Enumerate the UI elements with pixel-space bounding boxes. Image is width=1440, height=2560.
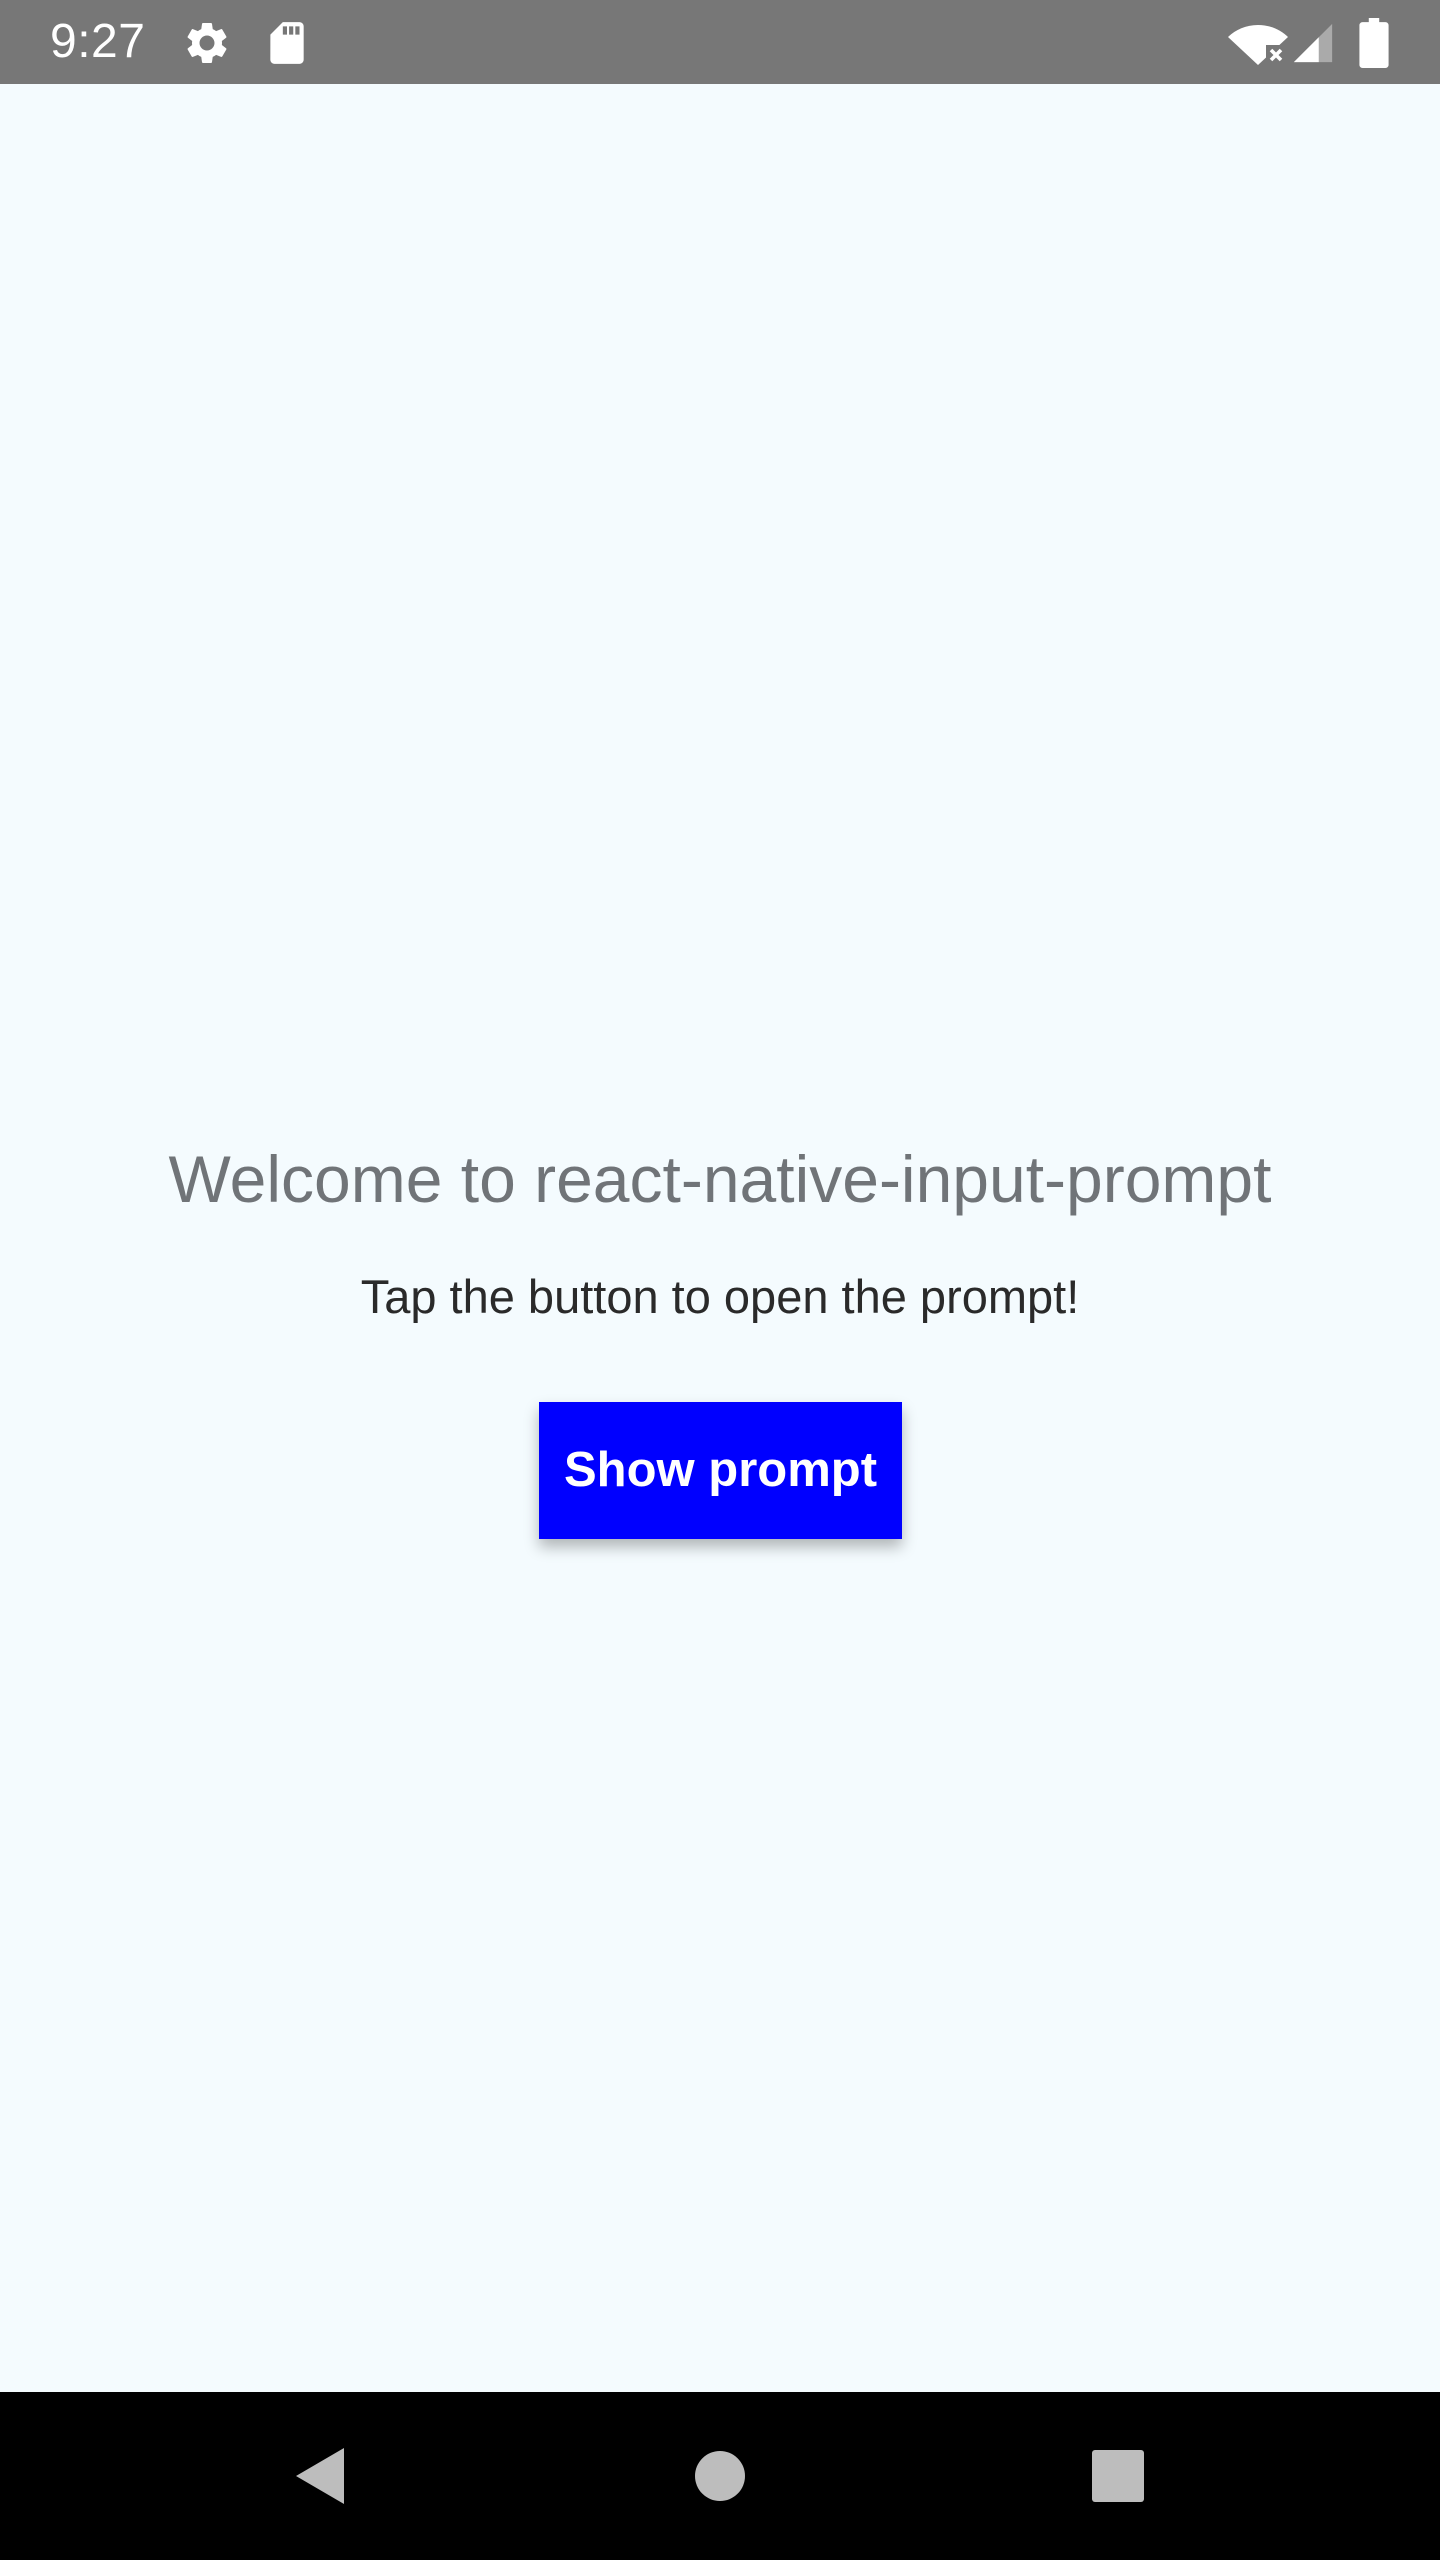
recents-button[interactable] (1034, 2392, 1202, 2560)
settings-icon (187, 22, 227, 63)
cell-signal-icon (1293, 23, 1333, 63)
back-icon (296, 2448, 344, 2504)
battery-icon (1359, 18, 1389, 68)
sd-card-icon (270, 22, 304, 64)
navigation-bar (0, 2392, 1440, 2560)
main-content: Welcome to react-native-input-prompt Tap… (0, 84, 1440, 2392)
status-bar: 9:27 (0, 0, 1440, 84)
recents-icon (1092, 2450, 1144, 2502)
home-icon (695, 2451, 745, 2501)
instruction-text: Tap the button to open the prompt! (360, 1270, 1080, 1323)
status-time: 9:27 (50, 15, 146, 68)
welcome-title: Welcome to react-native-input-prompt (168, 1142, 1272, 1216)
show-prompt-button[interactable]: Show prompt (539, 1402, 902, 1539)
back-button[interactable] (236, 2392, 404, 2560)
wifi-icon (1228, 25, 1288, 65)
home-button[interactable] (636, 2392, 804, 2560)
